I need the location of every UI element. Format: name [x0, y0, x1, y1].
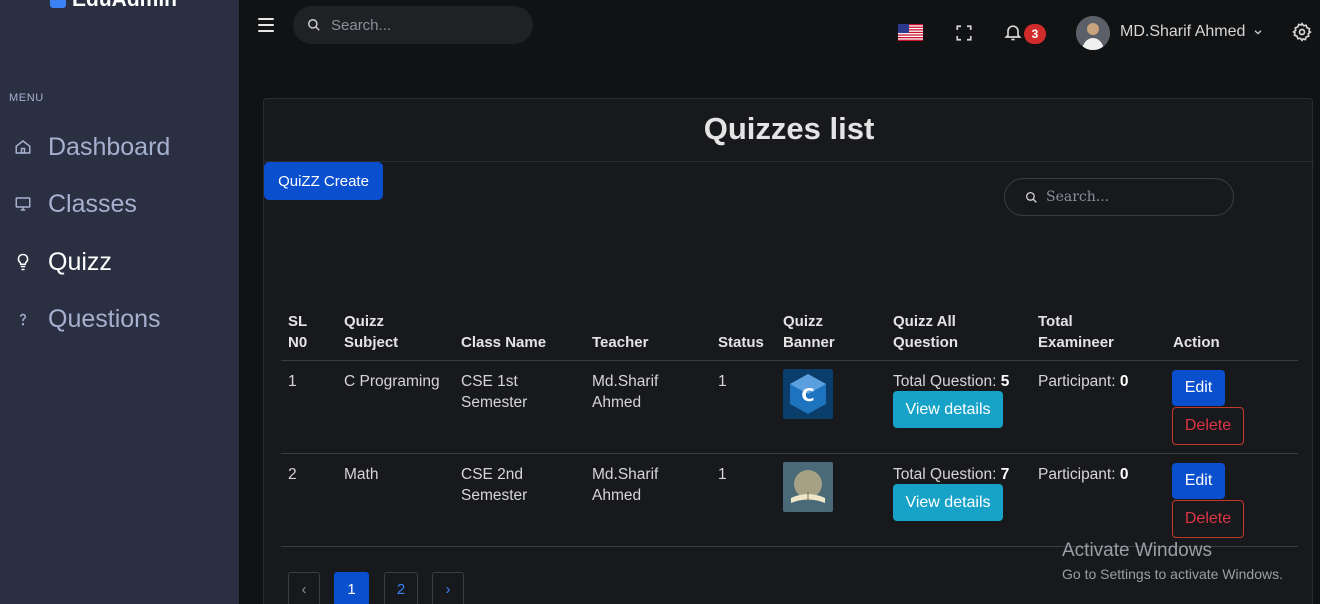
brand-name: EduAdmin — [72, 0, 177, 12]
cell-teacher: Md.Sharif Ahmed — [592, 466, 659, 504]
delete-button[interactable]: Delete — [1172, 407, 1244, 445]
cell-status: 1 — [718, 466, 727, 483]
col-header-banner: Quizz Banner — [783, 313, 835, 351]
cell-class-name: CSE 2nd Semester — [461, 466, 528, 504]
view-details-button[interactable]: View details — [893, 391, 1003, 428]
quizz-banner-image — [783, 462, 833, 512]
sidebar-item-questions[interactable]: Questions — [12, 302, 161, 336]
gear-icon[interactable] — [1292, 22, 1312, 42]
col-header-class-name: Class Name — [461, 334, 547, 351]
row-divider — [281, 546, 1298, 547]
view-details-button[interactable]: View details — [893, 484, 1003, 521]
avatar[interactable] — [1076, 16, 1110, 50]
pagination-page-2[interactable]: 2 — [384, 572, 418, 604]
lightbulb-icon — [12, 251, 34, 273]
pagination-page-1[interactable]: 1 — [334, 572, 369, 604]
table-search-input[interactable] — [1046, 189, 1226, 205]
col-header-status: Status — [718, 334, 764, 351]
edit-button[interactable]: Edit — [1172, 463, 1225, 499]
table-search-box[interactable] — [1004, 178, 1234, 216]
sidebar-item-dashboard[interactable]: Dashboard — [12, 130, 170, 164]
top-search-box[interactable] — [293, 6, 533, 44]
sidebar-item-quizz[interactable]: Quizz — [12, 245, 112, 279]
cell-status: 1 — [718, 373, 727, 390]
sidebar-item-label: Quizz — [48, 247, 112, 276]
cell-subject: C Programing — [344, 373, 440, 390]
col-header-sl: SL N0 — [288, 313, 308, 351]
search-icon — [1025, 191, 1037, 203]
edit-button[interactable]: Edit — [1172, 370, 1225, 406]
cell-teacher: Md.Sharif Ahmed — [592, 373, 659, 411]
col-header-teacher: Teacher — [592, 334, 649, 351]
participant-count: Participant: 0 — [1038, 466, 1129, 483]
quizz-create-button[interactable]: QuiZZ Create — [264, 162, 383, 200]
participant-count: Participant: 0 — [1038, 373, 1129, 390]
svg-text:C: C — [801, 385, 814, 406]
fullscreen-icon[interactable] — [955, 24, 973, 42]
cell-subject: Math — [344, 466, 379, 483]
row-divider — [281, 453, 1298, 454]
col-header-all-question: Quizz All Question — [893, 313, 959, 351]
pagination-next[interactable]: › — [432, 572, 464, 604]
delete-button[interactable]: Delete — [1172, 500, 1244, 538]
cell-class-name: CSE 1st Semester — [461, 373, 528, 411]
search-icon — [308, 19, 320, 31]
pagination-prev[interactable]: ‹ — [288, 572, 320, 604]
sidebar-item-label: Classes — [48, 189, 137, 218]
quizz-banner-image: C — [783, 369, 833, 419]
col-header-examineer: Total Examineer — [1038, 313, 1114, 351]
topbar: 3 MD.Sharif Ahmed — [239, 0, 1320, 66]
sidebar-item-label: Dashboard — [48, 132, 171, 161]
user-menu[interactable]: MD.Sharif Ahmed — [1120, 23, 1263, 41]
divider — [264, 161, 1314, 162]
brand-logo[interactable]: EduAdmin — [50, 0, 177, 12]
user-name: MD.Sharif Ahmed — [1120, 23, 1246, 40]
total-question: Total Question: 5 — [893, 373, 1010, 390]
logo-icon — [50, 0, 66, 8]
notification-badge: 3 — [1024, 24, 1046, 44]
menu-toggle-icon[interactable] — [258, 18, 274, 32]
total-question: Total Question: 7 — [893, 466, 1010, 483]
chevron-down-icon — [1255, 30, 1262, 35]
page-title: Quizzes list — [703, 111, 875, 146]
sidebar: EduAdmin MENU Dashboard Classes Quizz Qu… — [0, 0, 239, 604]
us-flag-icon[interactable] — [898, 24, 923, 41]
cell-sl: 2 — [288, 466, 297, 483]
menu-title: MENU — [9, 92, 44, 104]
home-icon — [12, 136, 34, 158]
bell-icon[interactable] — [1003, 22, 1023, 42]
col-header-subject: Quizz Subject — [344, 313, 399, 351]
monitor-icon — [12, 193, 34, 215]
row-divider — [281, 360, 1298, 361]
cell-sl: 1 — [288, 373, 297, 390]
quizzes-card: Quizzes list QuiZZ Create SL N0 Quizz Su… — [263, 98, 1314, 604]
top-search-input[interactable] — [331, 16, 511, 34]
sidebar-item-label: Questions — [48, 304, 161, 333]
sidebar-item-classes[interactable]: Classes — [12, 187, 137, 221]
question-icon — [12, 308, 34, 330]
col-header-action: Action — [1173, 334, 1220, 351]
